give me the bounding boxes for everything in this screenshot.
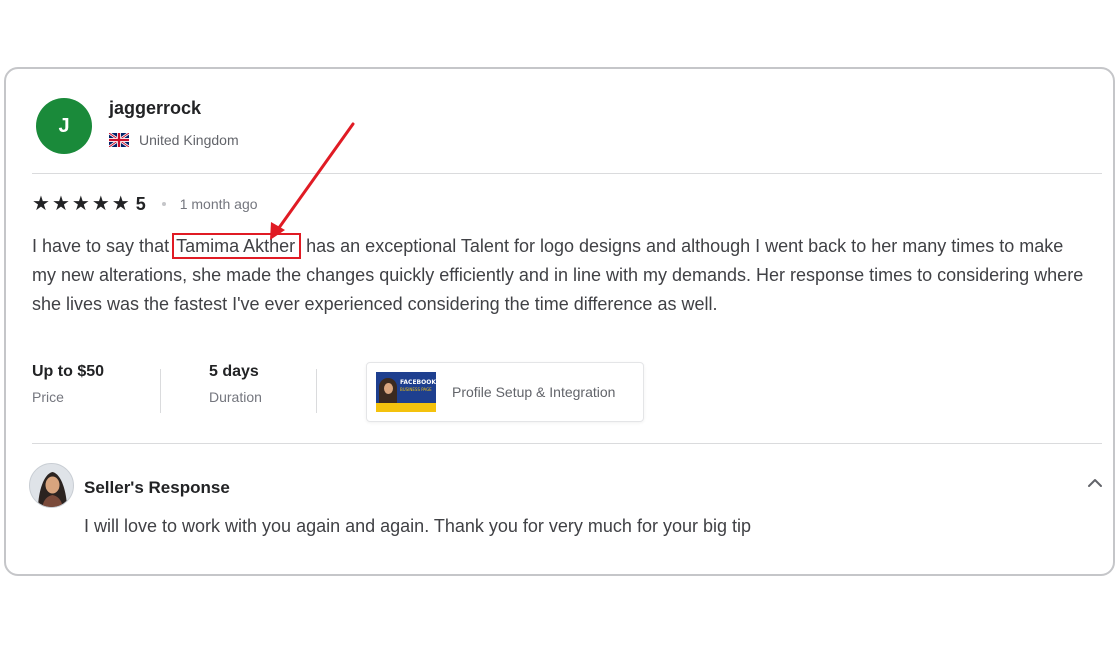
price-value: Up to $50: [32, 363, 105, 380]
duration-label: Duration: [209, 389, 262, 405]
rating-score: 5: [135, 193, 146, 214]
country-name: United Kingdom: [139, 132, 239, 148]
meta-divider: [160, 369, 161, 413]
review-text-before: I have to say that: [32, 236, 175, 256]
thumb-text-sub: BUSINESS PAGE: [400, 387, 432, 392]
price-info: Up to $50 Price: [32, 363, 104, 405]
thumb-text-main: FACEBOOK: [400, 379, 436, 386]
gig-title[interactable]: Profile Setup & Integration: [452, 384, 615, 400]
star-rating: ★ ★ ★ ★ ★: [32, 194, 130, 214]
duration-info: 5 days Duration: [209, 363, 262, 405]
star-icon: ★: [71, 193, 90, 215]
duration-value: 5 days: [209, 363, 259, 380]
reviewer-country: United Kingdom: [109, 132, 239, 148]
response-divider: [32, 443, 1102, 444]
review-card: J jaggerrock United Kingdom ★ ★ ★ ★ ★ 5 …: [4, 67, 1115, 576]
star-icon: ★: [32, 193, 50, 215]
reviewer-username[interactable]: jaggerrock: [109, 98, 201, 119]
seller-response-title: Seller's Response: [84, 478, 230, 497]
uk-flag-icon: [109, 133, 129, 147]
rating-row: ★ ★ ★ ★ ★ 5 1 month ago: [32, 191, 258, 217]
gig-link-card[interactable]: FACEBOOK BUSINESS PAGE Profile Setup & I…: [366, 362, 644, 422]
seller-response-text: I will love to work with you again and a…: [84, 516, 752, 536]
meta-divider: [316, 369, 317, 413]
reviewer-avatar[interactable]: J: [36, 98, 92, 154]
review-time: 1 month ago: [179, 196, 258, 212]
thumb-band: [376, 403, 436, 412]
review-text: I have to say that Tamima Akther has an …: [32, 232, 1092, 319]
star-icon: ★: [111, 193, 130, 215]
separator-dot: [161, 202, 166, 206]
price-label: Price: [32, 389, 64, 405]
chevron-up-icon[interactable]: [1085, 473, 1105, 493]
star-icon: ★: [51, 193, 70, 215]
seller-avatar-icon: [30, 464, 73, 507]
thumb-face: [384, 383, 393, 394]
gig-thumbnail: FACEBOOK BUSINESS PAGE: [376, 372, 436, 412]
highlighted-seller-name: Tamima Akther: [172, 233, 302, 259]
seller-avatar: [29, 463, 74, 508]
star-icon: ★: [91, 193, 110, 215]
header-divider: [32, 173, 1102, 174]
